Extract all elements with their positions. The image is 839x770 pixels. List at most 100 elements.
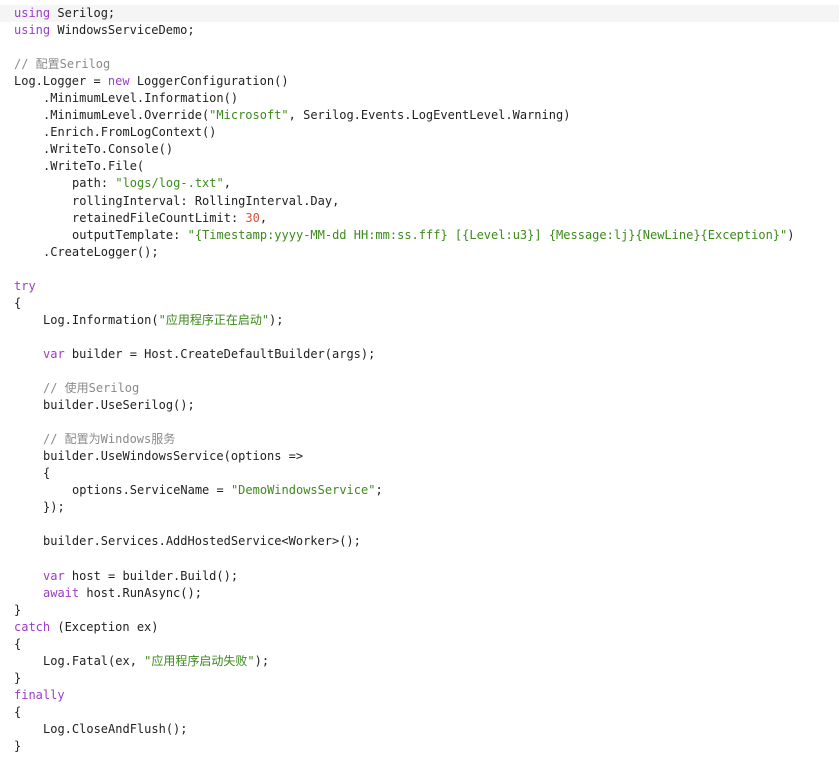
code-token-keyword: await bbox=[43, 585, 80, 600]
code-line[interactable] bbox=[0, 363, 839, 380]
code-token-number: 30 bbox=[245, 210, 260, 225]
code-token-plain: outputTemplate: bbox=[72, 227, 188, 242]
code-token-plain: } bbox=[14, 670, 22, 685]
code-line[interactable]: { bbox=[0, 295, 839, 312]
code-token-plain: { bbox=[14, 704, 22, 719]
code-line[interactable]: using WindowsServiceDemo; bbox=[0, 22, 839, 39]
code-token-keyword: try bbox=[14, 278, 36, 293]
code-line[interactable] bbox=[0, 551, 839, 568]
code-editor[interactable]: using Serilog; using WindowsServiceDemo; /… bbox=[0, 5, 839, 755]
code-token-plain: retainedFileCountLimit: bbox=[72, 210, 246, 225]
code-token-plain: host.RunAsync(); bbox=[79, 585, 202, 600]
code-line[interactable]: } bbox=[0, 602, 839, 619]
code-line[interactable]: finally bbox=[0, 687, 839, 704]
code-token-string: "应用程序启动失败" bbox=[144, 653, 255, 668]
code-line[interactable] bbox=[0, 414, 839, 431]
code-token-plain: Log.Logger = bbox=[14, 74, 108, 89]
code-token-plain: .MinimumLevel.Information() bbox=[43, 91, 239, 106]
code-line[interactable]: builder.Services.AddHostedService<Worker… bbox=[0, 533, 839, 550]
code-token-string: "应用程序正在启动" bbox=[158, 312, 270, 327]
code-token-plain: Log.CloseAndFlush(); bbox=[43, 721, 188, 736]
code-token-plain: { bbox=[14, 295, 22, 310]
code-token-plain: (Exception ex) bbox=[50, 619, 159, 634]
code-line[interactable]: var builder = Host.CreateDefaultBuilder(… bbox=[0, 346, 839, 363]
code-line[interactable]: retainedFileCountLimit: 30, bbox=[0, 210, 839, 227]
code-token-keyword: catch bbox=[14, 619, 51, 634]
code-line[interactable]: await host.RunAsync(); bbox=[0, 585, 839, 602]
code-token-comment: // 使用Serilog bbox=[43, 381, 140, 396]
code-line[interactable]: { bbox=[0, 636, 839, 653]
code-token-plain: , Serilog.Events.LogEventLevel.Warning) bbox=[288, 108, 571, 123]
code-line[interactable]: try bbox=[0, 278, 839, 295]
code-token-keyword: var bbox=[43, 346, 65, 361]
code-token-string: "DemoWindowsService" bbox=[230, 483, 376, 498]
code-token-plain: } bbox=[14, 739, 22, 754]
code-line[interactable]: builder.UseWindowsService(options => bbox=[0, 448, 839, 465]
code-token-plain: Serilog; bbox=[50, 6, 116, 20]
code-token-comment: // 配置为Windows服务 bbox=[43, 432, 176, 447]
code-token-plain: ); bbox=[254, 653, 270, 668]
code-token-plain: builder.Services.AddHostedService<Worker… bbox=[43, 534, 361, 549]
code-line[interactable]: } bbox=[0, 670, 839, 687]
code-token-string: "Microsoft" bbox=[209, 108, 289, 123]
code-line[interactable]: options.ServiceName = "DemoWindowsServic… bbox=[0, 482, 839, 499]
code-token-plain: ; bbox=[375, 483, 383, 498]
code-token-keyword: var bbox=[43, 568, 65, 583]
code-token-plain: options.ServiceName = bbox=[72, 483, 231, 498]
code-line[interactable]: .WriteTo.Console() bbox=[0, 141, 839, 158]
code-token-plain: ); bbox=[269, 312, 284, 327]
code-token-keyword: using bbox=[14, 23, 51, 38]
code-token-keyword: new bbox=[107, 74, 130, 89]
code-token-plain: , bbox=[259, 210, 268, 225]
code-line[interactable]: using Serilog; bbox=[0, 5, 839, 23]
code-token-keyword: finally bbox=[14, 687, 65, 702]
code-token-plain: path: bbox=[72, 176, 116, 191]
code-line[interactable]: builder.UseSerilog(); bbox=[0, 397, 839, 414]
code-token-plain: .WriteTo.File( bbox=[43, 159, 145, 174]
code-token-plain: .MinimumLevel.Override( bbox=[43, 108, 210, 123]
code-line[interactable]: Log.Information("应用程序正在启动"); bbox=[0, 312, 839, 329]
code-line[interactable]: var host = builder.Build(); bbox=[0, 568, 839, 585]
code-token-plain: ) bbox=[787, 227, 795, 242]
code-line[interactable]: Log.CloseAndFlush(); bbox=[0, 721, 839, 738]
code-line[interactable]: // 使用Serilog bbox=[0, 380, 839, 397]
code-line[interactable]: catch (Exception ex) bbox=[0, 619, 839, 636]
code-token-plain: .WriteTo.Console() bbox=[43, 142, 174, 157]
code-line[interactable]: } bbox=[0, 738, 839, 755]
code-token-plain: Log.Fatal(ex, bbox=[43, 653, 145, 668]
code-token-plain: .CreateLogger(); bbox=[43, 244, 159, 259]
code-line[interactable]: { bbox=[0, 704, 839, 721]
code-token-plain: }); bbox=[43, 500, 65, 515]
code-line[interactable] bbox=[0, 39, 839, 56]
code-token-plain: builder.UseSerilog(); bbox=[43, 398, 195, 413]
code-token-plain: rollingInterval: RollingInterval.Day, bbox=[72, 193, 340, 208]
code-line[interactable]: { bbox=[0, 465, 839, 482]
code-token-plain: builder = Host.CreateDefaultBuilder(args… bbox=[64, 346, 376, 361]
code-line[interactable]: // 配置为Windows服务 bbox=[0, 431, 839, 448]
code-line[interactable] bbox=[0, 261, 839, 278]
code-token-plain: builder.UseWindowsService(options => bbox=[43, 449, 304, 464]
code-token-plain: .Enrich.FromLogContext() bbox=[43, 125, 217, 140]
code-line[interactable]: .CreateLogger(); bbox=[0, 244, 839, 261]
code-line[interactable]: rollingInterval: RollingInterval.Day, bbox=[0, 193, 839, 210]
code-line[interactable]: Log.Logger = new LoggerConfiguration() bbox=[0, 73, 839, 90]
code-token-keyword: using bbox=[14, 6, 51, 20]
code-line[interactable]: }); bbox=[0, 499, 839, 516]
code-line[interactable]: .WriteTo.File( bbox=[0, 158, 839, 175]
code-line[interactable]: // 配置Serilog bbox=[0, 56, 839, 73]
code-token-plain: WindowsServiceDemo; bbox=[50, 23, 195, 38]
code-line[interactable]: path: "logs/log-.txt", bbox=[0, 175, 839, 192]
code-token-comment: // 配置Serilog bbox=[14, 57, 111, 72]
code-line[interactable]: outputTemplate: "{Timestamp:yyyy-MM-dd H… bbox=[0, 227, 839, 244]
code-token-string: "logs/log-.txt" bbox=[115, 176, 224, 191]
code-line[interactable]: .Enrich.FromLogContext() bbox=[0, 124, 839, 141]
code-line[interactable]: .MinimumLevel.Override("Microsoft", Seri… bbox=[0, 107, 839, 124]
code-token-plain: LoggerConfiguration() bbox=[129, 74, 289, 89]
code-line[interactable]: Log.Fatal(ex, "应用程序启动失败"); bbox=[0, 653, 839, 670]
code-token-plain: } bbox=[14, 602, 22, 617]
code-line[interactable]: .MinimumLevel.Information() bbox=[0, 90, 839, 107]
code-token-plain: { bbox=[14, 636, 22, 651]
code-line[interactable] bbox=[0, 516, 839, 533]
code-token-string: "{Timestamp:yyyy-MM-dd HH:mm:ss.fff} [{L… bbox=[187, 227, 788, 242]
code-line[interactable] bbox=[0, 329, 839, 346]
